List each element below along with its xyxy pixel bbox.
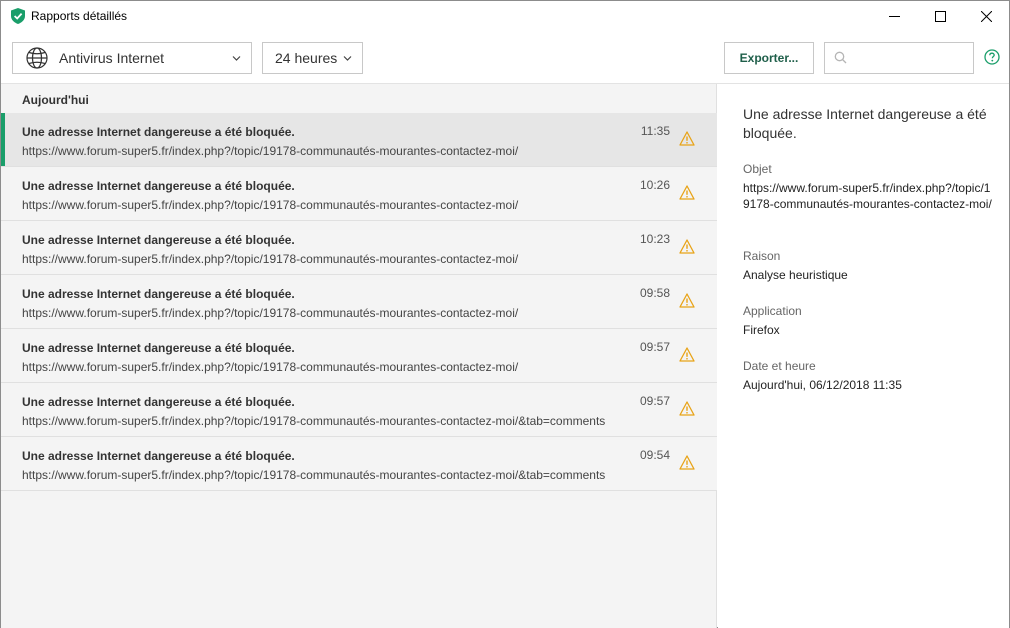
list-item-time: 09:57 [639, 394, 670, 408]
detail-reason-value: Analyse heuristique [743, 268, 848, 282]
close-button[interactable] [963, 1, 1009, 32]
warning-icon [679, 347, 695, 362]
list-item-url: https://www.forum-super5.fr/index.php?/t… [22, 414, 606, 428]
event-list: Une adresse Internet dangereuse a été bl… [1, 113, 717, 491]
minimize-button[interactable] [871, 1, 917, 32]
detail-object-value: https://www.forum-super5.fr/index.php?/t… [743, 181, 992, 211]
maximize-button[interactable] [917, 1, 963, 32]
list-item-title: Une adresse Internet dangereuse a été bl… [22, 233, 295, 247]
detail-datetime: Date et heure Aujourd'hui, 06/12/2018 11… [743, 359, 993, 393]
list-item[interactable]: Une adresse Internet dangereuse a été bl… [1, 221, 717, 275]
detail-pane: Une adresse Internet dangereuse a été bl… [718, 84, 1009, 628]
list-item-url: https://www.forum-super5.fr/index.php?/t… [22, 252, 519, 266]
detail-title: Une adresse Internet dangereuse a été bl… [743, 106, 987, 141]
globe-icon [26, 47, 48, 69]
warning-icon [679, 455, 695, 470]
list-item-title: Une adresse Internet dangereuse a été bl… [22, 125, 295, 139]
detail-reason: Raison Analyse heuristique [743, 249, 993, 283]
list-item[interactable]: Une adresse Internet dangereuse a été bl… [1, 113, 717, 167]
warning-icon [679, 401, 695, 416]
list-item-time: 09:57 [639, 340, 670, 354]
list-item-time: 09:58 [639, 286, 670, 300]
list-item-title: Une adresse Internet dangereuse a été bl… [22, 341, 295, 355]
list-item-title: Une adresse Internet dangereuse a été bl… [22, 449, 295, 463]
period-dropdown[interactable]: 24 heures [262, 42, 363, 74]
list-item-title: Une adresse Internet dangereuse a été bl… [22, 287, 295, 301]
component-dropdown[interactable]: Antivirus Internet [12, 42, 252, 74]
export-button[interactable]: Exporter... [724, 42, 814, 74]
detail-reason-label: Raison [743, 249, 781, 263]
detail-application: Application Firefox [743, 304, 993, 338]
toolbar: Antivirus Internet 24 heures Exporter... [1, 32, 1009, 84]
help-icon[interactable] [984, 49, 1000, 65]
list-item-time: 11:35 [640, 124, 670, 138]
search-icon [834, 51, 847, 64]
detail-datetime-value: Aujourd'hui, 06/12/2018 11:35 [743, 378, 902, 392]
list-item-url: https://www.forum-super5.fr/index.php?/t… [22, 198, 519, 212]
detail-application-value: Firefox [743, 323, 780, 337]
list-item[interactable]: Une adresse Internet dangereuse a été bl… [1, 329, 717, 383]
list-item-url: https://www.forum-super5.fr/index.php?/t… [22, 306, 519, 320]
list-item-time: 10:26 [639, 178, 670, 192]
close-icon [980, 11, 992, 22]
period-dropdown-label: 24 heures [275, 50, 338, 66]
window-title: Rapports détaillés [31, 9, 128, 23]
warning-icon [679, 239, 695, 254]
detail-application-label: Application [743, 304, 802, 318]
list-item-title: Une adresse Internet dangereuse a été bl… [22, 179, 295, 193]
warning-icon [679, 293, 695, 308]
list-item[interactable]: Une adresse Internet dangereuse a été bl… [1, 167, 717, 221]
search-box[interactable] [824, 42, 974, 74]
minimize-icon [888, 16, 900, 17]
event-list-pane: Aujourd'hui Une adresse Internet dangere… [1, 84, 717, 628]
detail-object: Objet https://www.forum-super5.fr/index.… [743, 162, 993, 212]
list-item-time: 10:23 [639, 232, 670, 246]
list-item[interactable]: Une adresse Internet dangereuse a été bl… [1, 383, 717, 437]
shield-logo-icon [11, 8, 25, 24]
chevron-down-icon [343, 56, 352, 61]
report-window: Rapports détaillés Antivirus Internet 24… [0, 0, 1010, 628]
group-header: Aujourd'hui [22, 93, 89, 107]
warning-icon [679, 185, 695, 200]
list-item[interactable]: Une adresse Internet dangereuse a été bl… [1, 275, 717, 329]
title-bar: Rapports détaillés [1, 1, 1009, 32]
search-input[interactable] [853, 48, 968, 68]
list-item-url: https://www.forum-super5.fr/index.php?/t… [22, 360, 519, 374]
list-item-url: https://www.forum-super5.fr/index.php?/t… [22, 144, 519, 158]
list-item-title: Une adresse Internet dangereuse a été bl… [22, 395, 295, 409]
detail-datetime-label: Date et heure [743, 359, 816, 373]
list-item[interactable]: Une adresse Internet dangereuse a été bl… [1, 437, 717, 491]
chevron-down-icon [232, 56, 241, 61]
warning-icon [679, 131, 695, 146]
list-item-time: 09:54 [639, 448, 670, 462]
detail-object-label: Objet [743, 162, 772, 176]
maximize-icon [934, 11, 946, 22]
component-dropdown-label: Antivirus Internet [59, 50, 165, 66]
list-item-url: https://www.forum-super5.fr/index.php?/t… [22, 468, 606, 482]
